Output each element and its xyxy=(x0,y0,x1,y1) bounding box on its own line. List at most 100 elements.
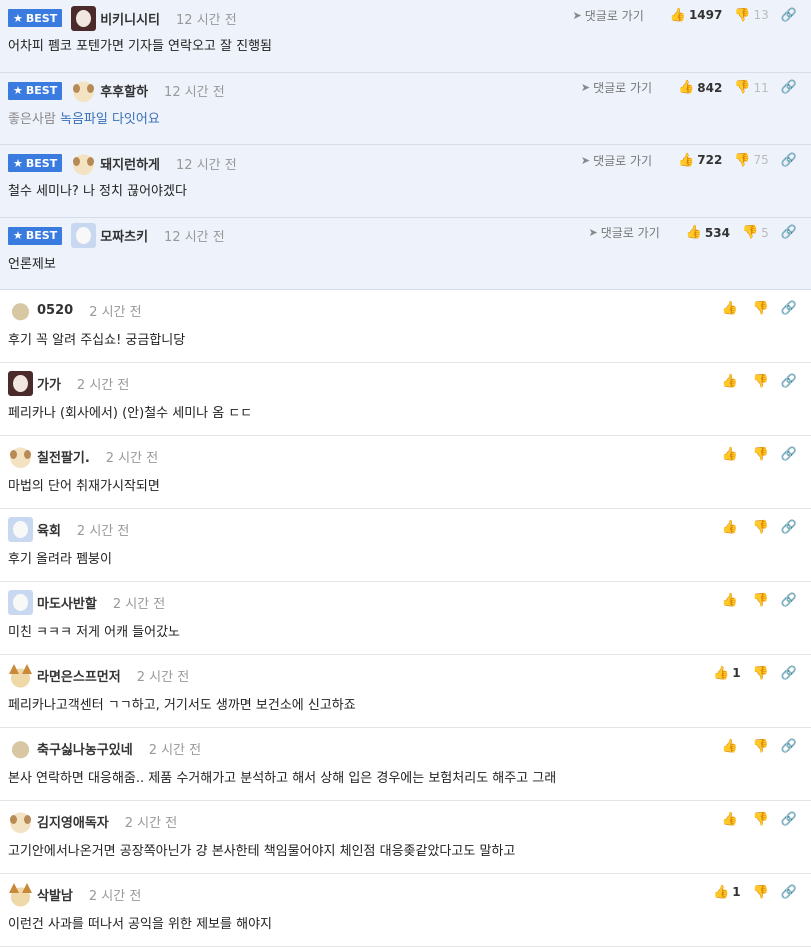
nickname[interactable]: 모짜츠키 xyxy=(100,226,148,245)
goto-reply-link[interactable]: ➤ 댓글로 가기 xyxy=(589,224,660,241)
upvote-button[interactable]: 👍 xyxy=(721,739,740,754)
link-button[interactable]: 🔗 xyxy=(781,374,797,389)
arrow-icon: ➤ xyxy=(572,8,582,22)
avatar[interactable] xyxy=(8,443,33,469)
upvote-button[interactable]: 👍 xyxy=(721,593,740,608)
link-button[interactable]: 🔗 xyxy=(781,447,797,462)
link-icon: 🔗 xyxy=(780,80,797,95)
upvote-button[interactable]: 👍 xyxy=(721,374,740,389)
link-button[interactable]: 🔗 xyxy=(781,666,797,681)
nickname[interactable]: 0520 xyxy=(37,303,73,318)
avatar[interactable] xyxy=(8,808,33,834)
best-comment: ★ BEST 돼지런하게 12 시간 전 ➤ 댓글로 가기 👍 722 👎 75 🔗 철… xyxy=(0,145,811,218)
downvote-button[interactable]: 👎 13 xyxy=(734,8,768,23)
link-button[interactable]: 🔗 xyxy=(781,225,797,240)
thumbs-up-icon: 👍 xyxy=(721,300,738,316)
upvote-button[interactable]: 👍 534 xyxy=(686,225,730,240)
thumbs-down-icon: 👎 xyxy=(752,519,769,535)
list-item: 칠전팔기. 2 시간 전 👍 👎 🔗 마법의 단어 취재가시작되면 xyxy=(0,436,811,509)
avatar[interactable] xyxy=(8,881,33,907)
avatar[interactable] xyxy=(71,5,97,31)
timestamp: 12 시간 전 xyxy=(176,12,237,28)
downvote-button[interactable]: 👎 11 xyxy=(734,80,768,95)
upvote-button[interactable]: 👍 842 xyxy=(678,80,722,95)
link-icon: 🔗 xyxy=(780,592,797,608)
nickname[interactable]: 라면은스프먼저 xyxy=(37,666,121,685)
upvote-button[interactable]: 👍 1497 xyxy=(670,8,723,23)
avatar[interactable] xyxy=(8,370,33,396)
nickname[interactable]: 후후할하 xyxy=(100,81,148,100)
thumbs-down-icon: 👎 xyxy=(752,592,769,608)
downvote-button[interactable]: 👎 xyxy=(753,739,769,754)
downvote-button[interactable]: 👎 xyxy=(753,812,769,827)
link-icon: 🔗 xyxy=(780,738,797,754)
avatar[interactable] xyxy=(8,735,33,761)
goto-reply-link[interactable]: ➤ 댓글로 가기 xyxy=(581,152,652,169)
upvote-button[interactable]: 👍 xyxy=(721,812,740,827)
upvote-button[interactable]: 👍 xyxy=(721,520,740,535)
avatar[interactable] xyxy=(71,150,97,176)
avatar[interactable] xyxy=(8,516,33,542)
avatar[interactable] xyxy=(8,662,33,688)
comment-text: 좋은사람 녹음파일 다잇어요 xyxy=(8,111,160,127)
link-button[interactable]: 🔗 xyxy=(781,80,797,95)
downvote-button[interactable]: 👎 xyxy=(753,374,769,389)
comment-text: 본사 연락하면 대응해줌.. 제품 수거해가고 분석하고 해서 상해 입은 경우… xyxy=(8,771,557,786)
link-button[interactable]: 🔗 xyxy=(781,301,797,316)
link-icon: 🔗 xyxy=(780,7,797,23)
thumbs-up-icon: 👍 xyxy=(721,592,738,608)
arrow-icon: ➤ xyxy=(580,81,591,94)
avatar[interactable] xyxy=(71,223,97,248)
nickname[interactable]: 삭발남 xyxy=(37,885,73,904)
nickname[interactable]: 육회 xyxy=(37,520,61,539)
thumbs-up-icon: 👍 xyxy=(721,373,738,389)
nickname[interactable]: 김지영애독자 xyxy=(37,812,109,831)
upvote-button[interactable]: 👍 xyxy=(721,447,740,462)
nickname[interactable]: 칠전팔기. xyxy=(37,447,90,466)
comment-text: 철수 세미나? 나 정치 끊어야겠다 xyxy=(8,184,187,199)
link-button[interactable]: 🔗 xyxy=(781,812,797,827)
link-button[interactable]: 🔗 xyxy=(781,520,797,535)
upvote-button[interactable]: 👍 xyxy=(721,301,740,316)
comment-text: 후기 꼭 알려 주십쇼! 궁금합니당 xyxy=(8,333,186,348)
avatar[interactable] xyxy=(8,589,33,615)
link-button[interactable]: 🔗 xyxy=(781,885,797,900)
thumbs-up-icon: 👍 xyxy=(721,811,738,827)
downvote-button[interactable]: 👎 xyxy=(753,520,769,535)
thumbs-up-icon: 👍 xyxy=(678,152,695,168)
avatar[interactable] xyxy=(8,297,33,323)
nickname[interactable]: 마도사반할 xyxy=(37,593,97,612)
link-button[interactable]: 🔗 xyxy=(781,153,797,168)
comment-text: 언론제보 xyxy=(8,256,56,272)
avatar[interactable] xyxy=(71,78,97,103)
downvote-button[interactable]: 👎 xyxy=(753,885,769,900)
downvote-button[interactable]: 👎 75 xyxy=(734,153,768,168)
upvote-button[interactable]: 👍 1 xyxy=(713,666,741,681)
downvote-button[interactable]: 👎 xyxy=(753,301,769,316)
list-item: 라면은스프먼저 2 시간 전 👍 1 👎 🔗 페리카나고객센터 ㄱㄱ하고, 거기서… xyxy=(0,655,811,728)
nickname[interactable]: 돼지런하게 xyxy=(100,154,160,173)
best-comment: ★ BEST 모짜츠키 12 시간 전 ➤ 댓글로 가기 👍 534 👎 5 🔗 언론제… xyxy=(0,217,811,290)
link-button[interactable]: 🔗 xyxy=(781,739,797,754)
upvote-button[interactable]: 👍 722 xyxy=(678,153,722,168)
downvote-button[interactable]: 👎 xyxy=(753,666,769,681)
downvote-button[interactable]: 👎 5 xyxy=(742,225,769,240)
upvote-button[interactable]: 👍 1 xyxy=(713,885,741,900)
goto-reply-link[interactable]: ➤ 댓글로 가기 xyxy=(581,79,652,96)
timestamp: 2 시간 전 xyxy=(112,596,166,612)
link-button[interactable]: 🔗 xyxy=(781,593,797,608)
goto-reply-link[interactable]: ➤ 댓글로 가기 xyxy=(573,7,644,24)
thumbs-down-icon: 👎 xyxy=(752,446,769,462)
downvote-button[interactable]: 👎 xyxy=(753,447,769,462)
link-icon: 🔗 xyxy=(780,519,797,535)
thumbs-down-icon: 👎 xyxy=(752,665,769,681)
nickname[interactable]: 비키니시티 xyxy=(100,9,160,28)
nickname[interactable]: 가가 xyxy=(37,374,61,393)
nickname[interactable]: 축구싫나농구있네 xyxy=(37,739,133,758)
timestamp: 2 시간 전 xyxy=(76,523,130,539)
timestamp: 2 시간 전 xyxy=(76,377,130,393)
link-button[interactable]: 🔗 xyxy=(781,8,797,23)
star-icon: ★ xyxy=(13,11,23,25)
downvote-button[interactable]: 👎 xyxy=(753,593,769,608)
list-item: 삭발남 2 시간 전 👍 1 👎 🔗 이런건 사과를 떠나서 공익을 위한 제보를… xyxy=(0,874,811,947)
